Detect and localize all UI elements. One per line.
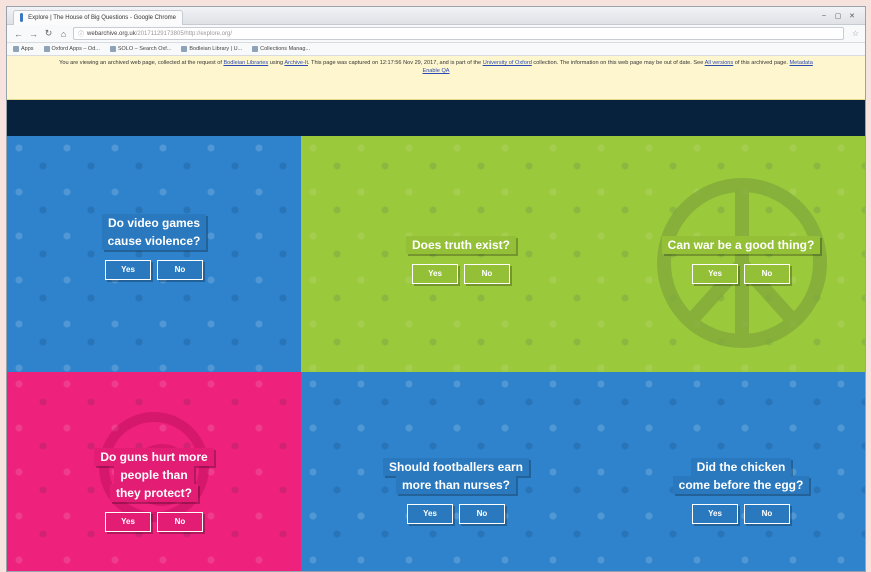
banner-text: You are viewing an archived web page, co… <box>59 60 224 66</box>
info-icon: ⓘ <box>78 32 85 38</box>
bookmark-label: Apps <box>21 46 34 52</box>
question-footballers: Should footballers earn more than nurses… <box>331 458 581 524</box>
questions-grid: Do video games cause violence? Yes No Do… <box>7 136 865 571</box>
question-line: people than <box>114 466 194 484</box>
question-truth: Does truth exist? Yes No <box>341 236 581 284</box>
banner-text: collection. The information on this web … <box>531 60 705 66</box>
question-text: Do guns hurt more people than they prote… <box>7 448 301 502</box>
yes-button[interactable]: Yes <box>407 504 453 524</box>
banner-text: . This page was captured on 12:17:56 Nov… <box>308 60 483 66</box>
folder-icon <box>43 46 50 52</box>
question-line: cause violence? <box>101 232 207 250</box>
reload-icon[interactable]: ↻ <box>43 28 54 39</box>
question-line: more than nurses? <box>395 476 517 494</box>
minimize-button[interactable]: – <box>817 11 831 21</box>
back-arrow-icon[interactable]: ← <box>13 29 24 39</box>
bookmark-solo[interactable]: SOLO – Search Oxf... <box>109 46 172 52</box>
answer-buttons: Yes No <box>7 512 301 532</box>
question-line: Do guns hurt more <box>94 448 214 466</box>
question-guns: Do guns hurt more people than they prote… <box>7 448 301 532</box>
question-line: come before the egg? <box>672 476 810 494</box>
panel-footballers-chicken: Should footballers earn more than nurses… <box>301 372 865 571</box>
close-window-button[interactable]: ✕ <box>845 11 859 21</box>
yes-button[interactable]: Yes <box>105 260 151 280</box>
bookmark-oxford-apps[interactable]: Oxford Apps – Od... <box>43 46 100 52</box>
archive-it-link[interactable]: Archive-It <box>284 60 308 66</box>
bookmark-label: SOLO – Search Oxf... <box>117 46 172 52</box>
question-line: Can war be a good thing? <box>661 236 821 254</box>
bookmarks-bar: Apps Oxford Apps – Od... SOLO – Search O… <box>7 43 865 56</box>
yes-button[interactable]: Yes <box>105 512 151 532</box>
url-path: /20171129173805/http://explore.org/ <box>135 30 233 37</box>
bookmark-label: Bodleian Library | U... <box>189 46 243 52</box>
answer-buttons: Yes No <box>341 264 581 284</box>
panel-video-games: Do video games cause violence? Yes No <box>7 136 301 372</box>
bookmark-label: Collections Manag... <box>260 46 310 52</box>
question-text: Should footballers earn more than nurses… <box>331 458 581 494</box>
yes-button[interactable]: Yes <box>692 264 738 284</box>
bookmark-page-icon <box>109 46 116 52</box>
question-text: Does truth exist? <box>341 236 581 254</box>
archive-notice-banner: You are viewing an archived web page, co… <box>7 56 865 100</box>
bookmark-apps[interactable]: Apps <box>13 46 34 52</box>
question-video-games: Do video games cause violence? Yes No <box>7 214 301 280</box>
no-button[interactable]: No <box>744 504 790 524</box>
bookmark-star-icon[interactable]: ☆ <box>852 29 859 38</box>
question-line: Did the chicken <box>690 458 792 476</box>
site-header <box>7 100 865 136</box>
answer-buttons: Yes No <box>331 504 581 524</box>
maximize-button[interactable]: ▢ <box>831 11 845 21</box>
no-button[interactable]: No <box>744 264 790 284</box>
bookmark-page-icon <box>252 46 259 52</box>
home-icon[interactable]: ⌂ <box>58 29 69 39</box>
no-button[interactable]: No <box>157 260 203 280</box>
site-favicon-icon <box>20 13 24 22</box>
question-text: Did the chicken come before the egg? <box>621 458 861 494</box>
question-line: they protect? <box>109 484 198 502</box>
question-war: Can war be a good thing? Yes No <box>621 236 861 284</box>
tab-title: Explore | The House of Big Questions - G… <box>28 14 176 21</box>
yes-button[interactable]: Yes <box>412 264 458 284</box>
bodleian-link[interactable]: Bodleian Libraries <box>223 60 268 66</box>
question-chicken: Did the chicken come before the egg? Yes… <box>621 458 861 524</box>
no-button[interactable]: No <box>157 512 203 532</box>
browser-toolbar: ← → ↻ ⌂ ⓘ webarchive.org.uk /20171129173… <box>7 25 865 43</box>
panel-truth-war: Does truth exist? Yes No Can war be a go… <box>301 136 865 372</box>
question-line: Do video games <box>101 214 207 232</box>
metadata-link[interactable]: Metadata <box>790 60 813 66</box>
browser-window: Explore | The House of Big Questions - G… <box>6 6 866 572</box>
url-domain: webarchive.org.uk <box>87 30 136 37</box>
banner-text: using <box>268 60 285 66</box>
bookmark-bodleian[interactable]: Bodleian Library | U... <box>181 46 242 52</box>
apps-grid-icon <box>13 46 19 52</box>
question-line: Should footballers earn <box>382 458 529 476</box>
title-bar: Explore | The House of Big Questions - G… <box>7 7 865 25</box>
all-versions-link[interactable]: All versions <box>705 60 734 66</box>
question-line: Does truth exist? <box>405 236 516 254</box>
enable-qa-link[interactable]: Enable QA <box>422 68 449 74</box>
answer-buttons: Yes No <box>7 260 301 280</box>
yes-button[interactable]: Yes <box>692 504 738 524</box>
question-text: Do video games cause violence? <box>7 214 301 250</box>
bookmark-page-icon <box>181 46 188 52</box>
no-button[interactable]: No <box>464 264 510 284</box>
bookmark-collections[interactable]: Collections Manag... <box>252 46 310 52</box>
banner-text: of this archived page. <box>733 60 790 66</box>
panel-guns: Do guns hurt more people than they prote… <box>7 372 301 571</box>
address-bar[interactable]: ⓘ webarchive.org.uk /20171129173805/http… <box>73 27 844 40</box>
answer-buttons: Yes No <box>621 504 861 524</box>
forward-arrow-icon[interactable]: → <box>28 29 39 39</box>
question-text: Can war be a good thing? <box>621 236 861 254</box>
university-link[interactable]: University of Oxford <box>483 60 532 66</box>
no-button[interactable]: No <box>459 504 505 524</box>
bookmark-label: Oxford Apps – Od... <box>51 46 100 52</box>
browser-tab[interactable]: Explore | The House of Big Questions - G… <box>13 9 183 25</box>
answer-buttons: Yes No <box>621 264 861 284</box>
